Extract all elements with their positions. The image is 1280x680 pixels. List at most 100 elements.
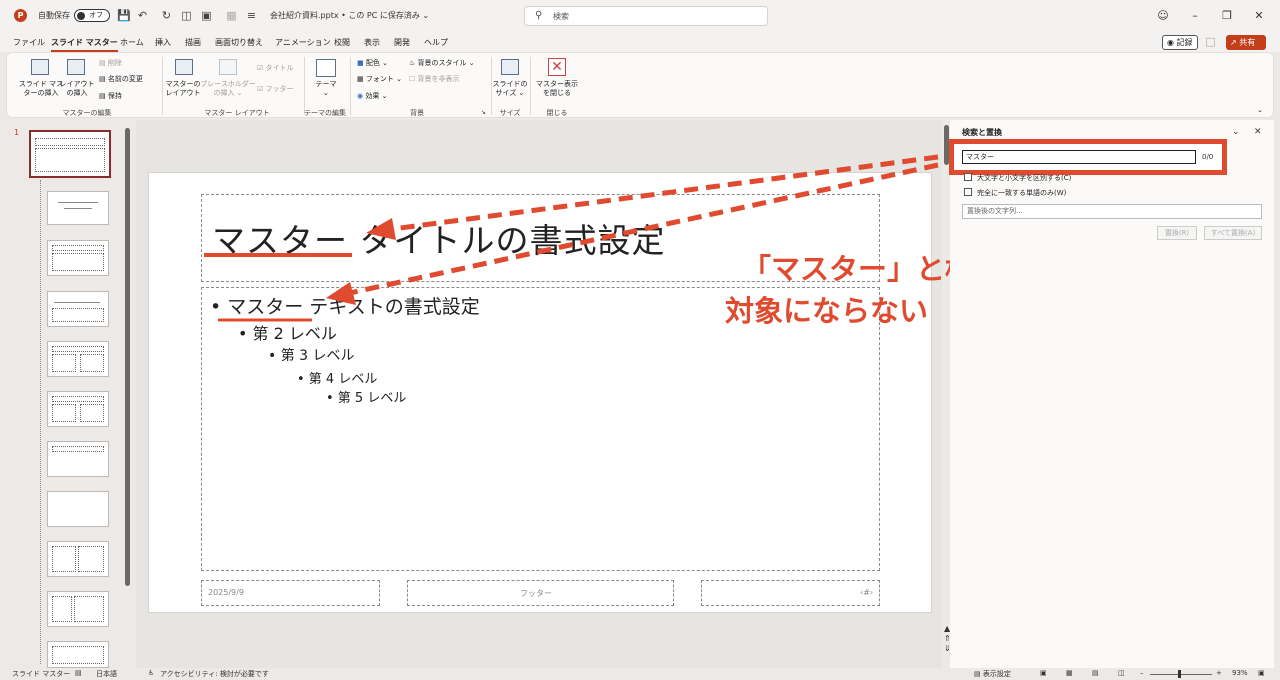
whole-word-label: 完全に一致する単語のみ(W) xyxy=(977,189,1067,197)
layout-thumbnail[interactable] xyxy=(47,591,109,627)
document-title[interactable]: 会社紹介資料.pptx • この PC に保存済み ⌄ xyxy=(270,8,429,24)
thumbnail-connector xyxy=(40,180,41,664)
display-settings-button[interactable]: ▤ 表示設定 xyxy=(974,669,1011,679)
record-button[interactable]: ◉ 記録 xyxy=(1162,35,1198,50)
layout-thumbnail[interactable] xyxy=(47,441,109,477)
thumb-line xyxy=(64,208,92,209)
colors-button[interactable]: ■ 配色 ⌄ xyxy=(357,58,388,68)
slide-sorter-icon[interactable]: ▦ xyxy=(1066,669,1073,677)
notes-icon[interactable]: ▤ xyxy=(75,669,82,677)
group-separator xyxy=(350,57,351,115)
layout-thumbnail[interactable] xyxy=(47,391,109,427)
close-icon[interactable]: ✕ xyxy=(1244,6,1274,26)
thumb-body-box xyxy=(52,596,72,622)
slideshow-icon[interactable]: ◫ xyxy=(1118,669,1125,677)
layout-thumbnail[interactable] xyxy=(47,240,109,276)
autosave-toggle[interactable]: オフ xyxy=(74,9,110,22)
close-master-button[interactable]: マスター表示 を閉じる xyxy=(533,80,581,98)
footer-checkbox[interactable]: ☑ フッター xyxy=(257,84,294,94)
title-checkbox[interactable]: ☑ タイトル xyxy=(257,63,294,73)
restore-icon[interactable]: ❐ xyxy=(1212,6,1242,26)
accessibility-icon[interactable]: ♿ xyxy=(148,669,154,677)
group-label-master-layout: マスター レイアウト xyxy=(204,109,270,117)
page-number-placeholder[interactable] xyxy=(701,580,880,606)
scroll-arrows-icon[interactable]: ▲ xyxy=(944,624,950,633)
tab-file[interactable]: ファイル xyxy=(13,37,45,48)
background-styles-button[interactable]: ♨ 背景のスタイル ⌄ xyxy=(409,58,475,68)
insert-master-button[interactable]: スライド マス ターの挿入 xyxy=(17,80,65,98)
thumb-body-box xyxy=(52,308,104,322)
whole-word-checkbox[interactable] xyxy=(964,188,972,196)
fonts-button[interactable]: ▦ フォント ⌄ xyxy=(357,74,402,84)
delete-button[interactable]: ▤ 削除 xyxy=(99,58,122,68)
insert-layout-button[interactable]: レイアウト の挿入 xyxy=(59,80,95,98)
tab-slide-master[interactable]: スライド マスター xyxy=(51,37,118,52)
customize-icon[interactable]: ≡ xyxy=(245,9,258,22)
zoom-level[interactable]: 93% xyxy=(1232,669,1248,677)
master-thumbnail[interactable] xyxy=(29,130,111,178)
tab-review[interactable]: 校閲 xyxy=(334,37,350,48)
language-label[interactable]: 日本語 xyxy=(96,669,117,679)
dialog-launcher-icon[interactable]: ↘ xyxy=(481,108,486,118)
group-label-size: サイズ xyxy=(499,109,521,117)
minimize-icon[interactable]: – xyxy=(1180,6,1210,26)
tab-insert[interactable]: 挿入 xyxy=(155,37,171,48)
layout-icon[interactable]: ▣ xyxy=(200,9,213,22)
share-button[interactable]: ↗ 共有 xyxy=(1226,35,1266,50)
match-case-checkbox[interactable] xyxy=(964,173,972,181)
zoom-in-button[interactable]: + xyxy=(1216,669,1222,677)
tab-animations[interactable]: アニメーション xyxy=(275,37,331,48)
reading-view-icon[interactable]: ▤ xyxy=(1092,669,1099,677)
next-slide-icon[interactable]: ⇓ xyxy=(944,644,951,653)
tab-transitions[interactable]: 画面切り替え xyxy=(215,37,263,48)
tab-help[interactable]: ヘルプ xyxy=(424,37,448,48)
present-icon[interactable]: ◫ xyxy=(180,9,193,22)
tab-home[interactable]: ホーム xyxy=(120,37,144,48)
hide-background-checkbox[interactable]: ☐ 背景を非表示 xyxy=(409,74,460,84)
user-icon[interactable]: ☺ xyxy=(1148,6,1178,26)
fit-slide-icon[interactable]: ▣ xyxy=(1258,669,1265,677)
accessibility-label[interactable]: アクセシビリティ: 検討が必要です xyxy=(160,669,269,679)
zoom-slider-thumb[interactable] xyxy=(1178,670,1181,678)
zoom-slider[interactable] xyxy=(1150,674,1212,675)
find-replace-pane xyxy=(950,120,1274,668)
thumb-body-box xyxy=(80,404,104,422)
zoom-out-button[interactable]: – xyxy=(1140,669,1144,677)
replace-input[interactable]: 置換後の文字列... xyxy=(962,204,1262,219)
thumb-body-box xyxy=(52,646,104,664)
tab-draw[interactable]: 描画 xyxy=(185,37,201,48)
layout-thumbnail[interactable] xyxy=(47,641,109,668)
themes-button[interactable]: テーマ ⌄ xyxy=(309,80,343,98)
page-number-text: ‹#› xyxy=(860,588,874,597)
master-layout-button[interactable]: マスターの レイアウト xyxy=(163,80,203,98)
insert-placeholder-button[interactable]: プレースホルダー の挿入 ⌄ xyxy=(199,80,257,98)
layout-thumbnail[interactable] xyxy=(47,191,109,225)
normal-view-icon[interactable]: ▣ xyxy=(1040,669,1047,677)
replace-all-button[interactable]: すべて置換(A) xyxy=(1204,226,1262,240)
chevron-down-icon[interactable]: ⌄ xyxy=(1232,127,1240,137)
slide-size-button[interactable]: スライドの サイズ ⌄ xyxy=(492,80,528,98)
search-input[interactable]: ⚲ 検索 xyxy=(524,6,768,26)
collapse-ribbon-icon[interactable]: ⌄ xyxy=(1257,105,1263,115)
layout-thumbnail[interactable] xyxy=(47,491,109,527)
autosave-state: オフ xyxy=(89,11,103,19)
tab-view[interactable]: 表示 xyxy=(364,37,380,48)
layout-thumbnail[interactable] xyxy=(47,541,109,577)
undo-icon[interactable]: ↶ xyxy=(136,9,149,22)
rename-button[interactable]: ▤ 名前の変更 xyxy=(99,74,143,84)
replace-button[interactable]: 置換(R) xyxy=(1157,226,1197,240)
save-icon[interactable]: 💾 xyxy=(117,9,131,22)
bullet-level-4: • 第 4 レベル xyxy=(297,372,378,387)
find-input[interactable]: マスター xyxy=(962,150,1196,164)
preserve-button[interactable]: ▤ 保持 xyxy=(99,91,122,101)
redo-icon[interactable]: ↻ xyxy=(160,9,173,22)
comment-icon[interactable]: □ xyxy=(1204,35,1217,48)
effects-button[interactable]: ◉ 効果 ⌄ xyxy=(357,91,387,101)
layout-thumbnail[interactable] xyxy=(47,291,109,327)
prev-slide-icon[interactable]: ⇑ xyxy=(944,634,951,643)
format-icon[interactable]: ▦ xyxy=(225,9,238,22)
layout-thumbnail[interactable] xyxy=(47,341,109,377)
thumbnail-scrollbar[interactable] xyxy=(125,128,130,586)
tab-developer[interactable]: 開発 xyxy=(394,37,410,48)
close-pane-icon[interactable]: ✕ xyxy=(1254,127,1262,137)
